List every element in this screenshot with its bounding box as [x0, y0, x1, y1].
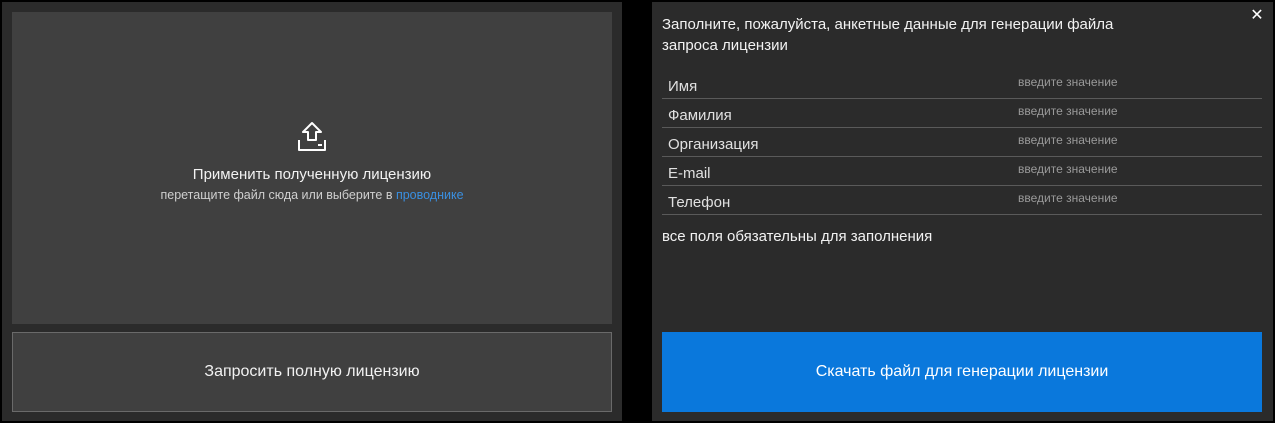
field-row-email: E-mail: [662, 157, 1262, 186]
download-license-request-button[interactable]: Скачать файл для генерации лицензии: [662, 332, 1262, 412]
phone-input[interactable]: [1018, 188, 1258, 208]
email-input[interactable]: [1018, 159, 1258, 179]
form-fields: Имя Фамилия Организация E-mail Телефон: [662, 70, 1262, 215]
field-row-phone: Телефон: [662, 186, 1262, 215]
dropzone-title: Применить полученную лицензию: [192, 166, 432, 183]
phone-label: Телефон: [668, 194, 731, 211]
last-name-input[interactable]: [1018, 101, 1258, 121]
last-name-label: Фамилия: [668, 107, 732, 124]
field-row-last-name: Фамилия: [662, 99, 1262, 128]
first-name-label: Имя: [668, 78, 698, 95]
license-request-form-panel: ✕ Заполните, пожалуйста, анкетные данные…: [652, 2, 1273, 421]
apply-license-panel: Применить полученную лицензию перетащите…: [2, 2, 622, 421]
organization-label: Организация: [668, 136, 759, 153]
file-explorer-link[interactable]: проводнике: [396, 188, 464, 202]
email-label: E-mail: [668, 165, 711, 182]
upload-icon: [295, 120, 329, 154]
license-dropzone[interactable]: Применить полученную лицензию перетащите…: [12, 12, 612, 324]
field-row-first-name: Имя: [662, 70, 1262, 99]
form-title: Заполните, пожалуйста, анкетные данные д…: [662, 16, 1114, 54]
close-icon[interactable]: ✕: [1249, 8, 1265, 24]
organization-input[interactable]: [1018, 130, 1258, 150]
required-fields-note: все поля обязательны для заполнения: [662, 228, 933, 245]
dropzone-hint-text: перетащите файл сюда или выберите в: [160, 188, 396, 202]
first-name-input[interactable]: [1018, 72, 1258, 92]
dropzone-hint: перетащите файл сюда или выберите в пров…: [160, 188, 463, 202]
field-row-organization: Организация: [662, 128, 1262, 157]
request-full-license-button[interactable]: Запросить полную лицензию: [12, 332, 612, 412]
